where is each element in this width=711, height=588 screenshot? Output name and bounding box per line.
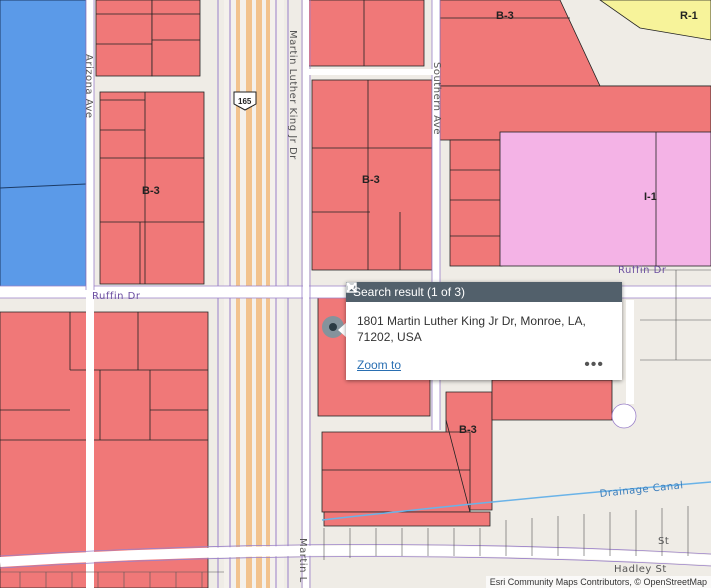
street-label-mlk-south: Martin L <box>297 538 308 583</box>
zone-label-b3-west: B-3 <box>142 185 160 197</box>
popup-address: 1801 Martin Luther King Jr Dr, Monroe, L… <box>357 314 586 344</box>
street-label-st-fragment: St <box>658 536 669 547</box>
map-attribution: Esri Community Maps Contributors, © Open… <box>485 576 711 588</box>
zone-label-b3-south: B-3 <box>459 424 477 436</box>
map-view[interactable]: 165 B-3 B-3 B-3 B-3 R-1 I-1 Arizona Ave … <box>0 0 711 588</box>
street-label-arizona-ave: Arizona Ave <box>83 54 94 119</box>
popup-title: Search result (1 of 3) <box>353 285 466 299</box>
popup-header: Search result (1 of 3) <box>346 282 622 302</box>
zone-label-i1: I-1 <box>644 191 657 203</box>
close-icon[interactable] <box>346 282 618 301</box>
street-label-hadley-st: Hadley St <box>614 564 667 575</box>
search-result-popup: Search result (1 of 3) 1801 Martin Luthe… <box>346 282 622 380</box>
zone-b3-block-northwest[interactable] <box>95 0 205 285</box>
more-options-icon[interactable]: ••• <box>584 356 604 374</box>
location-marker-dot <box>329 323 337 331</box>
highway-shield-label: 165 <box>238 97 252 106</box>
zone-label-b3-center: B-3 <box>362 174 380 186</box>
zone-blue-area[interactable] <box>0 0 87 291</box>
zone-b3-block-north-center[interactable] <box>307 0 425 67</box>
street-label-mlk-north: Martin Luther King Jr Dr <box>287 30 298 160</box>
zoom-to-link[interactable]: Zoom to <box>357 358 401 372</box>
zone-b3-block-southwest[interactable] <box>0 311 209 588</box>
maximize-icon[interactable] <box>346 282 600 301</box>
street-label-southern-ave: Southern Ave <box>431 62 442 135</box>
zone-label-r1: R-1 <box>680 10 698 22</box>
zone-i1-area[interactable] <box>499 131 711 267</box>
street-label-ruffin-west: Ruffin Dr <box>92 291 141 302</box>
popup-footer: Zoom to ••• <box>357 356 604 374</box>
street-label-ruffin-east: Ruffin Dr <box>618 265 667 276</box>
next-result-icon[interactable] <box>348 283 582 301</box>
zone-label-b3-north: B-3 <box>496 10 514 22</box>
